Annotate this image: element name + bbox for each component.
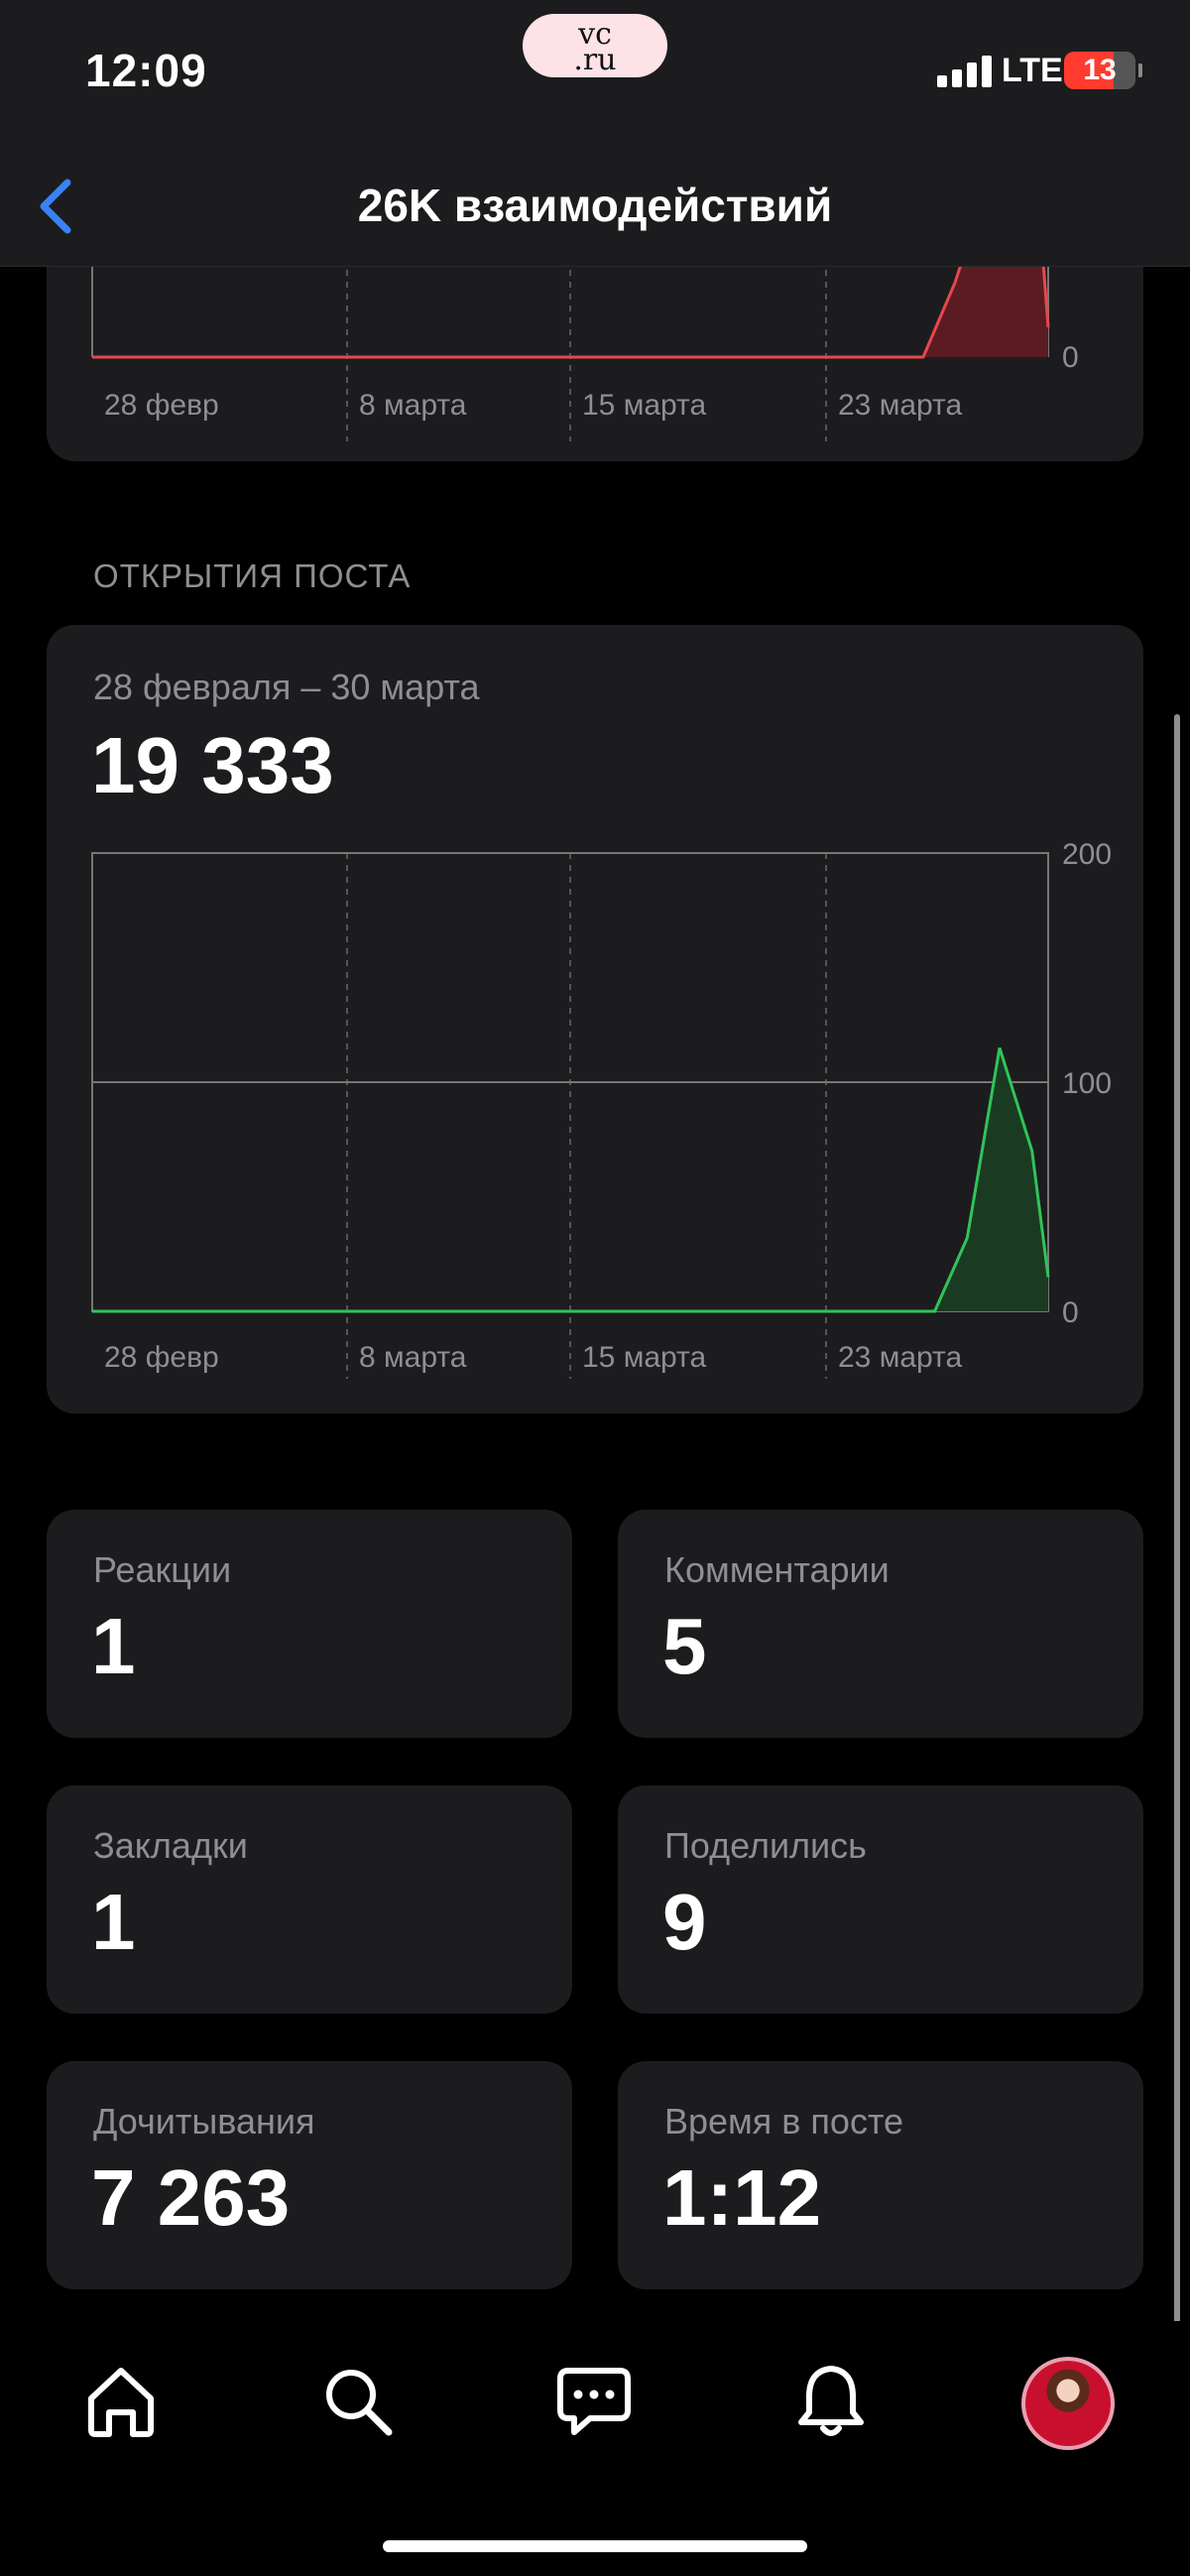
cellular-signal-icon (937, 56, 993, 87)
x-tick-label: 28 февр (104, 1341, 219, 1374)
stat-label: Закладки (93, 1825, 248, 1866)
battery-icon: 13 (1064, 52, 1135, 89)
vc-ru-badge[interactable]: vc .ru (523, 14, 667, 77)
stat-label: Реакции (93, 1549, 232, 1590)
home-indicator (383, 2540, 807, 2552)
bell-icon[interactable] (791, 2361, 871, 2440)
page-title: 26K взаимодействий (357, 180, 833, 231)
nav-bar: 26K взаимодействий (0, 149, 1190, 267)
x-tick-label: 15 марта (582, 389, 706, 422)
stat-card-time-in-post[interactable]: Время в посте 1:12 (618, 2061, 1143, 2289)
tab-bar (0, 2321, 1190, 2576)
stat-value: 1 (91, 1602, 136, 1690)
post-opens-card: 28 февраля – 30 марта 19 333 200 100 0 2… (47, 625, 1143, 1413)
stat-card-shares[interactable]: Поделились 9 (618, 1785, 1143, 2014)
stat-label: Поделились (664, 1825, 867, 1866)
x-tick-label: 15 марта (582, 1341, 706, 1374)
stat-value: 1 (91, 1878, 136, 1966)
stat-card-comments[interactable]: Комментарии 5 (618, 1510, 1143, 1738)
stat-value: 9 (662, 1878, 707, 1966)
y-tick-label: 0 (1062, 341, 1079, 374)
stat-label: Дочитывания (93, 2101, 315, 2142)
network-type: LTE (1002, 52, 1063, 89)
post-opens-chart: 200 100 0 28 февр 8 марта 15 марта 23 ма… (91, 838, 1112, 1379)
y-tick-label: 0 (1062, 1296, 1079, 1329)
battery-level: 13 (1083, 54, 1117, 86)
x-tick-label: 8 марта (359, 1341, 467, 1374)
home-icon[interactable] (81, 2361, 161, 2440)
status-bar: 12:09 vc .ru LTE 13 (0, 0, 1190, 149)
y-tick-label: 100 (1062, 1067, 1112, 1100)
stat-label: Время в посте (664, 2101, 904, 2142)
clock: 12:09 (85, 45, 207, 96)
stat-value: 1:12 (662, 2153, 822, 2242)
stat-label: Комментарии (664, 1549, 890, 1590)
messages-icon[interactable] (554, 2361, 634, 2440)
x-tick-label: 28 февр (104, 389, 219, 422)
avatar[interactable] (1021, 2357, 1115, 2450)
stat-value: 5 (662, 1602, 707, 1690)
battery-nub (1138, 63, 1142, 77)
x-tick-label: 23 марта (838, 1341, 962, 1374)
y-tick-label: 200 (1062, 838, 1112, 871)
stat-card-read-throughs[interactable]: Дочитывания 7 263 (47, 2061, 572, 2289)
x-tick-label: 8 марта (359, 389, 467, 422)
stat-value: 7 263 (91, 2153, 291, 2242)
scroll-indicator[interactable] (1174, 714, 1180, 2326)
stat-card-bookmarks[interactable]: Закладки 1 (47, 1785, 572, 2014)
search-icon[interactable] (317, 2361, 397, 2440)
section-label-post-opens: ОТКРЫТИЯ ПОСТА (93, 557, 412, 594)
x-tick-label: 23 марта (838, 389, 962, 422)
stat-card-reactions[interactable]: Реакции 1 (47, 1510, 572, 1738)
